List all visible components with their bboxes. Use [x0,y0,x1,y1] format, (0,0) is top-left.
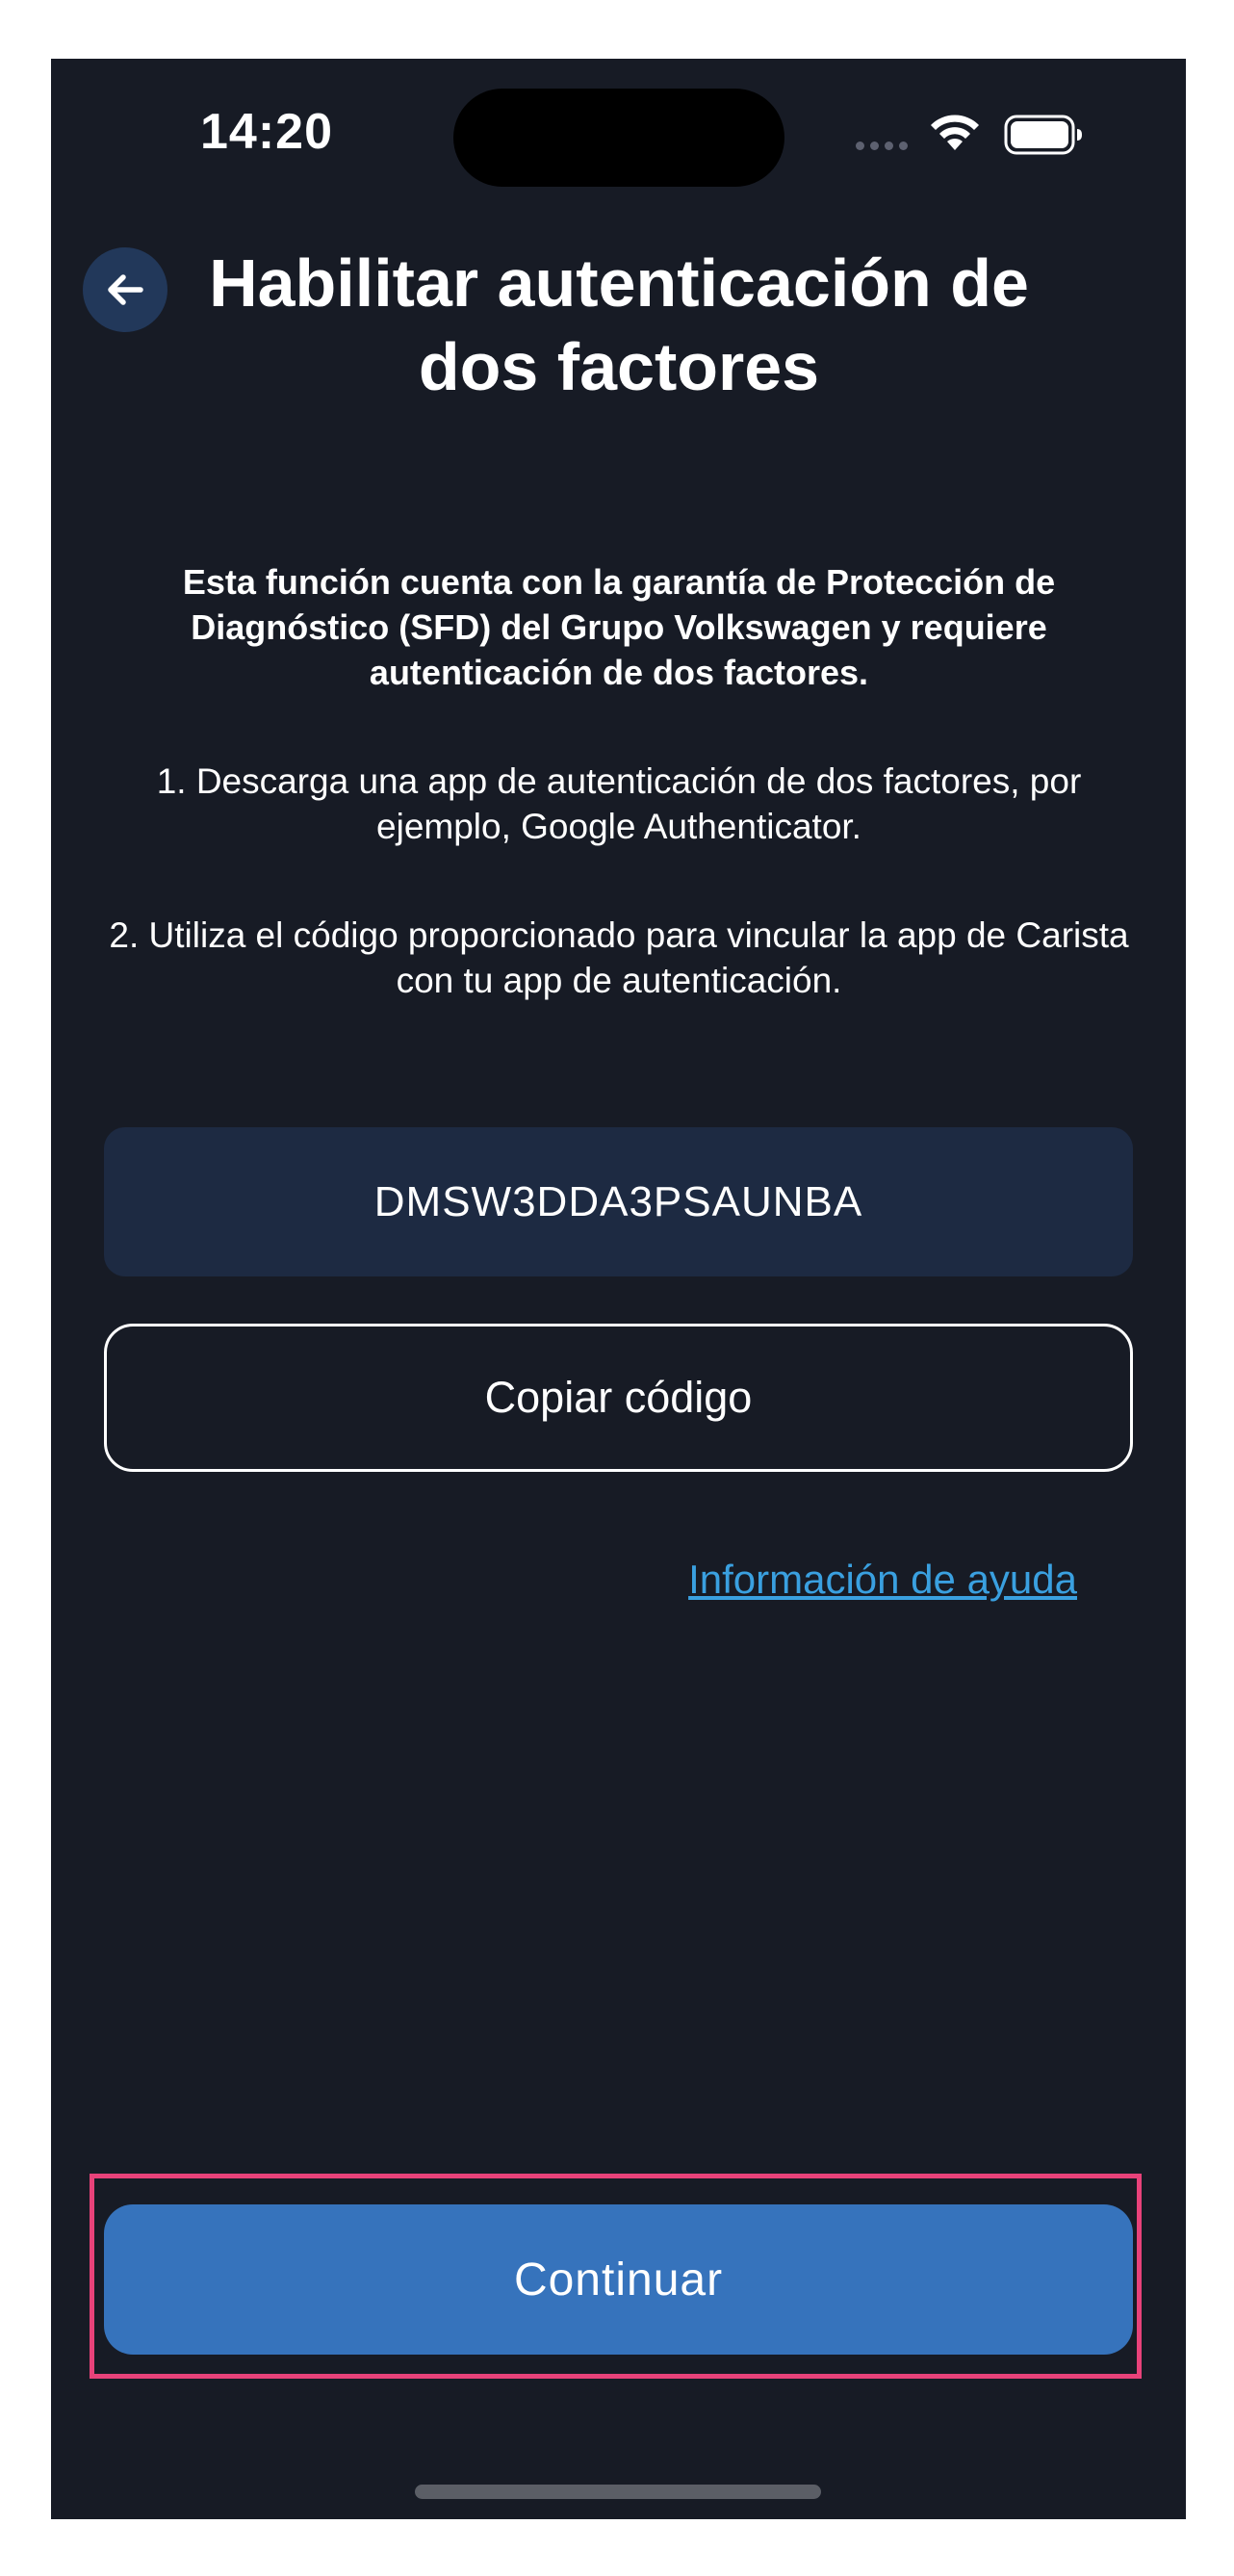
continue-label: Continuar [513,2254,724,2306]
copy-code-label: Copiar código [484,1373,753,1422]
auth-code-display: DMSW3DDA3PSAUNBA [104,1127,1133,1276]
intro-text: Esta función cuenta con la garantía de P… [182,562,1056,692]
copy-code-button[interactable]: Copiar código [104,1324,1133,1472]
dynamic-island [453,89,784,187]
back-button[interactable] [83,247,167,332]
battery-icon [1004,115,1082,155]
wifi-icon [931,115,979,150]
continue-button[interactable]: Continuar [104,2204,1133,2355]
arrow-left-icon [108,274,143,305]
page-title: Habilitar autenticación de dos factores [209,245,1029,404]
step-2-text: 2. Utiliza el código proporcionado para … [109,915,1129,1000]
phone-screen: 14:20 Habilitar autenticación de dos fac… [51,59,1186,2519]
help-info-link[interactable]: Información de ayuda [609,1557,1077,1603]
home-indicator[interactable] [415,2485,821,2499]
step-1-text: 1. Descarga una app de autenticación de … [156,761,1082,846]
cellular-signal-icon [856,142,908,150]
status-time: 14:20 [200,104,333,160]
